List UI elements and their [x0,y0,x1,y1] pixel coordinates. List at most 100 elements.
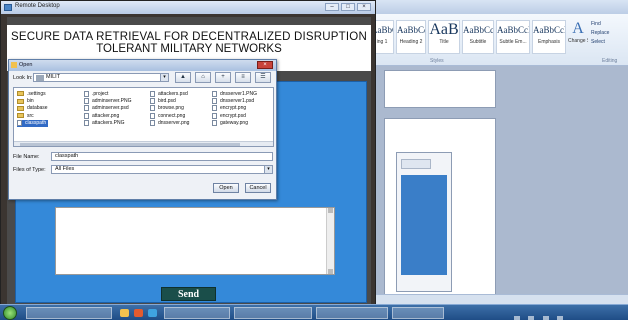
remote-desktop-icon [4,4,12,11]
document-page[interactable] [384,70,496,108]
list-item[interactable]: .settings [17,90,48,97]
style-sample: AaBbCcDd [533,25,565,35]
new-folder-button[interactable]: + [215,72,231,83]
list-item[interactable]: connect.png [150,112,189,119]
dialog-title: Open [19,62,33,68]
style-subtitle[interactable]: AaBbCc Subtitle [462,20,494,54]
folder-icon [17,105,24,111]
look-in-label: Look In: [13,75,33,81]
taskbar-item-app[interactable] [164,307,230,319]
maximize-icon[interactable]: □ [341,3,355,11]
style-name: Subtitle [469,39,487,45]
horizontal-scrollbar[interactable] [14,141,273,146]
list-item-selected[interactable]: classpath [17,119,48,127]
start-button[interactable] [3,306,17,320]
file-list[interactable]: .settings bin database src classpath .pr… [13,87,274,147]
close-icon[interactable]: × [257,61,273,69]
file-name: .project [92,90,109,97]
taskbar-item-app[interactable] [316,307,388,319]
folder-icon [17,98,24,104]
list-item[interactable]: adminserver.PNG [84,97,131,105]
vertical-scrollbar[interactable] [326,208,334,274]
network-icon[interactable] [514,316,520,320]
open-button[interactable]: Open [213,183,239,193]
list-item[interactable]: dnsserver.png [150,120,189,127]
taskbar-item-app[interactable] [234,307,312,319]
change-styles-icon: A [572,20,584,37]
file-type-label: Files of Type: [13,167,46,173]
list-item[interactable]: encrypt.psd [212,112,257,119]
list-item[interactable]: database [17,105,48,112]
taskbar-item-word[interactable] [392,307,444,319]
list-view-button[interactable]: ≡ [235,72,251,83]
browser-icon[interactable] [148,309,157,317]
replace-button[interactable]: Replace [591,29,627,38]
scroll-up-icon[interactable] [328,208,333,213]
file-list-column: .settings bin database src classpath [17,90,48,127]
scroll-down-icon[interactable] [328,269,333,274]
style-emphasis[interactable]: AaBbCcDd Emphasis [532,20,566,54]
file-type-select[interactable]: All Files ▾ [51,165,273,174]
list-item[interactable]: attackers.psd [150,90,189,97]
list-item[interactable]: src [17,112,48,119]
style-name: Heading 2 [399,39,423,45]
style-title[interactable]: AaB Title [428,20,460,54]
file-name: connect.png [158,112,186,119]
word-window: AaBbC ing 1 AaBbCc Heading 2 AaB Title A… [366,0,628,304]
list-item[interactable]: browse.png [150,105,189,112]
file-name: src [27,112,34,119]
list-item[interactable]: encrypt.png [212,105,257,112]
chevron-down-icon[interactable]: ▾ [264,166,272,173]
list-item[interactable]: gateway.png [212,120,257,127]
close-icon[interactable]: × [357,3,371,11]
file-icon [84,98,89,105]
chevron-down-icon[interactable]: ▾ [160,74,168,81]
scroll-thumb[interactable] [20,143,240,146]
style-subtle-emphasis[interactable]: AaBbCcDd Subtle Em... [496,20,530,54]
explorer-icon[interactable] [120,309,129,317]
file-icon [84,105,89,112]
file-icon [150,90,155,97]
file-name-value: classpath [55,153,79,159]
file-list-column: attackers.psd bird.psd browse.png connec… [150,90,189,127]
style-sample: AaBbCc [463,25,494,35]
select-button[interactable]: Select [591,38,627,47]
system-tray [514,309,624,320]
list-item[interactable]: dnsserver1.psd [212,97,257,105]
flag-icon[interactable] [542,316,549,320]
file-icon [150,98,155,105]
list-item[interactable]: bin [17,97,48,104]
taskbar-item-remote-desktop[interactable] [26,307,112,319]
style-heading2[interactable]: AaBbCc Heading 2 [396,20,426,54]
style-sample: AaBbCcDd [497,25,529,35]
find-button[interactable]: Find [591,20,627,29]
java-cup-icon [11,62,17,68]
look-in-select[interactable]: MILIT ▾ [33,73,169,82]
file-name: attackers.psd [158,90,188,97]
cancel-button[interactable]: Cancel [245,183,271,193]
app-title-line2: TOLERANT MILITARY NETWORKS [96,43,282,55]
details-view-button[interactable]: ☰ [255,72,271,83]
list-item[interactable]: attackers.PNG [84,120,131,127]
volume-icon[interactable] [528,316,535,320]
editing-group: Find Replace Select [591,20,627,47]
up-folder-button[interactable]: ▲ [175,72,191,83]
file-name-input[interactable]: classpath [51,152,273,161]
list-item[interactable]: adminserver.psd [84,105,131,112]
look-in-value: MILIT [46,74,61,80]
list-item[interactable]: bird.psd [150,97,189,105]
media-player-icon[interactable] [134,309,143,317]
styles-group-label: Styles [430,58,444,64]
file-name: bird.psd [158,98,176,105]
list-item[interactable]: .project [84,90,131,97]
file-name: classpath [25,120,47,127]
clock-icon[interactable] [557,316,564,320]
send-button[interactable]: Send [161,287,216,301]
file-name: encrypt.png [220,105,247,112]
list-item[interactable]: dnsserver1.PNG [212,90,257,97]
minimize-icon[interactable]: – [325,3,339,11]
message-textarea[interactable] [55,207,335,275]
change-styles-button[interactable]: A Change Styles [568,20,588,54]
list-item[interactable]: attacker.png [84,112,131,119]
home-button[interactable]: ⌂ [195,72,211,83]
